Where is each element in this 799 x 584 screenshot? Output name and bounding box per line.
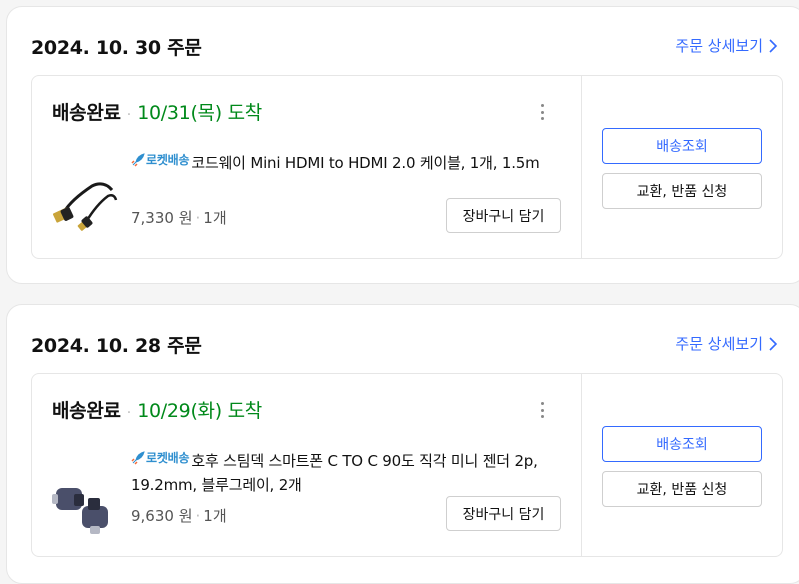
product-name[interactable]: 로켓배송 호후 스팀덱 스마트폰 C TO C 90도 직각 미니 젠더 2p,… [131,446,551,497]
chevron-right-icon [769,38,778,53]
order-card: 2024. 10. 30 주문 주문 상세보기 배송완료 · 10/31(목) … [6,6,799,284]
shipment-box: 배송완료 · 10/31(목) 도착 로켓배송 코드웨이 Mini HDMI t… [31,75,783,259]
price-separator: · [195,507,201,525]
product-info: 로켓배송 호후 스팀덱 스마트폰 C TO C 90도 직각 미니 젠더 2p,… [131,446,551,497]
product-quantity: 1개 [203,209,227,227]
rocket-delivery-label: 로켓배송 [146,153,190,167]
order-detail-link[interactable]: 주문 상세보기 [675,35,779,56]
order-detail-link-label: 주문 상세보기 [675,335,763,353]
add-to-cart-button[interactable]: 장바구니 담기 [446,198,561,233]
product-title: 호후 스팀덱 스마트폰 C TO C 90도 직각 미니 젠더 2p, 19.2… [131,452,538,494]
product-thumbnail[interactable] [52,172,120,240]
status-separator: · [126,405,132,421]
order-detail-link-label: 주문 상세보기 [675,37,763,55]
product-thumbnail[interactable] [52,470,120,538]
chevron-right-icon [769,336,778,351]
product-info: 로켓배송 코드웨이 Mini HDMI to HDMI 2.0 케이블, 1개,… [131,148,551,175]
rocket-delivery-badge: 로켓배송 [131,148,190,172]
add-to-cart-button[interactable]: 장바구니 담기 [446,496,561,531]
rocket-icon [131,153,145,167]
order-date: 2024. 10. 30 주문 [31,37,202,59]
shipment-box: 배송완료 · 10/29(화) 도착 로켓배송 호후 스팀덱 스마트폰 C TO… [31,373,783,557]
more-options-icon[interactable] [536,102,548,122]
rocket-icon [131,451,145,465]
arrival-date: 10/31(목) 도착 [137,102,262,124]
delivery-status-row: 배송완료 · 10/29(화) 도착 [52,396,262,423]
order-date: 2024. 10. 28 주문 [31,335,202,357]
exchange-return-button[interactable]: 교환, 반품 신청 [602,173,762,209]
product-price: 9,630 원 [131,507,193,525]
exchange-return-button[interactable]: 교환, 반품 신청 [602,471,762,507]
price-separator: · [195,209,201,227]
track-delivery-button[interactable]: 배송조회 [602,426,762,462]
delivery-status: 배송완료 [52,400,121,422]
delivery-status-row: 배송완료 · 10/31(목) 도착 [52,98,262,125]
product-quantity: 1개 [203,507,227,525]
delivery-status: 배송완료 [52,102,121,124]
status-separator: · [126,107,132,123]
price-row: 9,630 원 · 1개 [131,505,227,526]
product-pane: 배송완료 · 10/31(목) 도착 로켓배송 코드웨이 Mini HDMI t… [32,76,582,258]
price-row: 7,330 원 · 1개 [131,207,227,228]
rocket-delivery-label: 로켓배송 [146,451,190,465]
track-delivery-button[interactable]: 배송조회 [602,128,762,164]
order-detail-link[interactable]: 주문 상세보기 [675,333,779,354]
arrival-date: 10/29(화) 도착 [137,400,262,422]
order-card: 2024. 10. 28 주문 주문 상세보기 배송완료 · 10/29(화) … [6,304,799,584]
product-title: 코드웨이 Mini HDMI to HDMI 2.0 케이블, 1개, 1.5m [191,154,540,172]
product-price: 7,330 원 [131,209,193,227]
product-pane: 배송완료 · 10/29(화) 도착 로켓배송 호후 스팀덱 스마트폰 C TO… [32,374,582,556]
product-name[interactable]: 로켓배송 코드웨이 Mini HDMI to HDMI 2.0 케이블, 1개,… [131,148,551,175]
rocket-delivery-badge: 로켓배송 [131,446,190,470]
more-options-icon[interactable] [536,400,548,420]
